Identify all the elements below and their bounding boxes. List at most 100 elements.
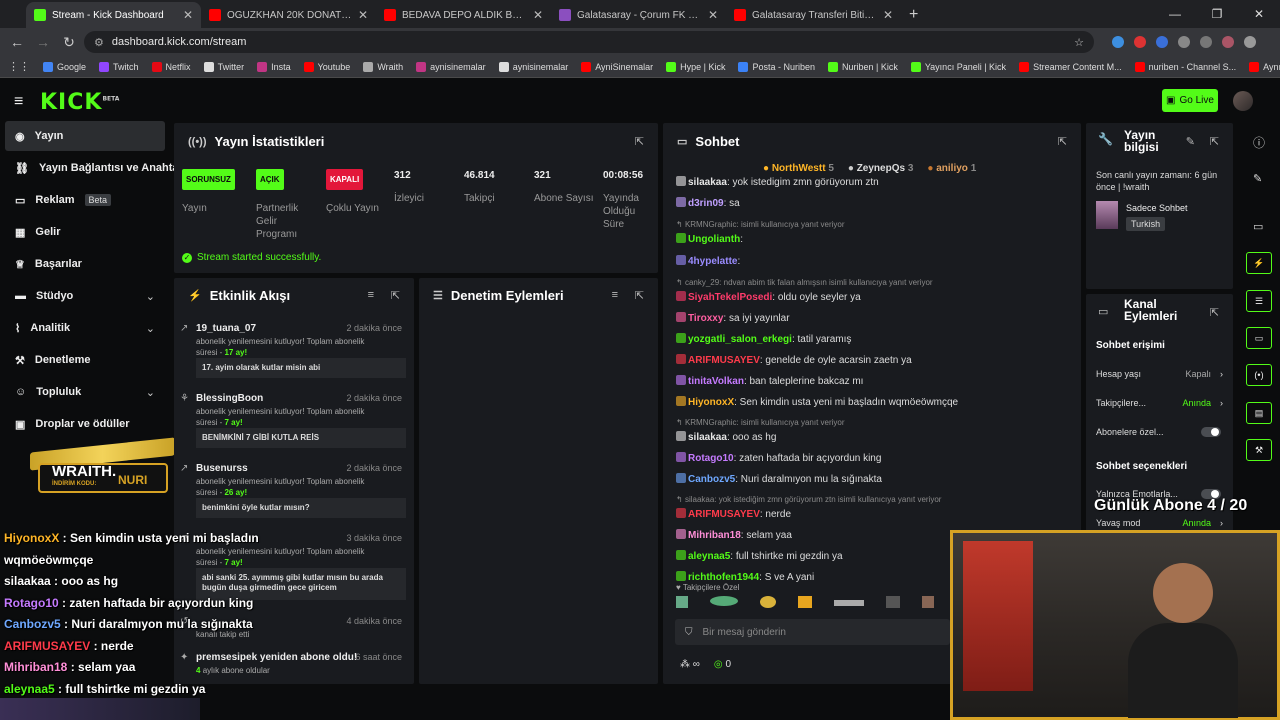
popout-icon[interactable]: ⇱ [391, 289, 400, 302]
bookmark-item[interactable]: Wraith [363, 61, 403, 72]
bookmark-item[interactable]: Posta - Nuriben [738, 61, 815, 72]
popout-icon[interactable]: ⇱ [1210, 306, 1219, 319]
emote-icon[interactable] [798, 596, 812, 608]
chat-message[interactable]: SiyahTekelPosedi: oldu oyle seyler ya [676, 291, 861, 303]
chat-username[interactable]: HiyonoxX [688, 397, 734, 408]
popout-icon[interactable]: ⇱ [1210, 135, 1219, 148]
event-user[interactable]: Busenurss [196, 463, 248, 474]
popout-icon[interactable]: ⇱ [1058, 135, 1067, 148]
chat-username[interactable]: richthofen1944 [688, 572, 759, 583]
chat-username[interactable]: silaakaa [688, 177, 727, 188]
chat-message[interactable]: ARIFMUSAYEV: nerde [676, 508, 791, 520]
bookmark-item[interactable]: Nuriben | Kick [827, 61, 898, 72]
tab-youtube-2[interactable]: BEDAVA DEPO ALDIK BUNLAR ✕ [376, 2, 551, 28]
event-user[interactable]: BlessingBoon [196, 393, 263, 404]
bookmark-item[interactable]: nuriben - Channel S... [1134, 61, 1236, 72]
chat-username[interactable]: Rotago10 [688, 453, 734, 464]
edit-icon[interactable]: ✎ [1253, 172, 1262, 185]
tab-galatasaray[interactable]: Galatasaray - Çorum FK Maç Ö ✕ [551, 2, 726, 28]
chat-message[interactable]: Canbozv5: Nuri daralmıyon mu la sığınakt… [676, 473, 882, 485]
chat-message[interactable]: aleynaa5: full tshirtke mi gezdin ya [676, 550, 843, 562]
close-window-icon[interactable]: ✕ [1238, 0, 1280, 28]
chat-username[interactable]: Tiroxxy [688, 313, 723, 324]
bookmark-star-icon[interactable]: ☆ [1074, 36, 1084, 49]
go-live-button[interactable]: ▣ Go Live [1162, 89, 1218, 112]
menu-icon[interactable] [1244, 36, 1256, 48]
chat-message[interactable]: silaakaa: ooo as hg [676, 431, 776, 443]
chat-message[interactable]: ARIFMUSAYEV: genelde de oyle acarsin zae… [676, 354, 912, 366]
chat-message[interactable]: Ungolianth: [676, 233, 743, 245]
maximize-icon[interactable]: ❐ [1196, 0, 1238, 28]
bookmark-item[interactable]: Twitch [99, 61, 139, 72]
chat-message[interactable]: d3rin09: sa [676, 197, 740, 209]
rail-info-button[interactable]: ▤ [1246, 402, 1272, 424]
chat-message[interactable]: tinitaVolkan: ban taleplerine bakcaz mı [676, 375, 863, 387]
users-icon[interactable]: ⁂ ∞ [680, 659, 700, 670]
chat-message[interactable]: richthofen1944: S ve A yani [676, 571, 814, 583]
chat-username[interactable]: aleynaa5 [688, 551, 730, 562]
emote-icon[interactable] [710, 596, 738, 606]
emote-icon[interactable] [834, 600, 864, 606]
bookmark-item[interactable]: AyniSinemalar [581, 61, 653, 72]
sidebar-item-topluluk[interactable]: ☺ Topluluk ⌄ [5, 377, 165, 407]
kick-logo[interactable]: KICKBETA [40, 90, 119, 115]
address-bar[interactable]: ⚙ dashboard.kick.com/stream ☆ [84, 31, 1094, 53]
bookmark-item[interactable]: Hype | Kick [666, 61, 725, 72]
sidebar-item-stream-key[interactable]: ⛓ Yayın Bağlantısı ve Anahtarı [5, 153, 186, 183]
new-tab-button[interactable]: + [901, 2, 926, 28]
category-name[interactable]: Sadece Sohbet [1126, 203, 1188, 213]
extension-icon[interactable] [1134, 36, 1146, 48]
chat-username[interactable]: silaakaa [688, 432, 727, 443]
rail-stats-button[interactable]: (•) [1246, 364, 1272, 386]
event-user[interactable]: 19_tuana_07 [196, 323, 256, 334]
bookmark-item[interactable]: aynisinemalar [498, 61, 568, 72]
chat-username[interactable]: 4hypelatte [688, 256, 737, 267]
emote-icon[interactable] [886, 596, 900, 608]
bookmark-item[interactable]: Insta [257, 61, 291, 72]
puzzle-icon[interactable] [1178, 36, 1190, 48]
tab-kick-dashboard[interactable]: Stream - Kick Dashboard ✕ [26, 2, 201, 28]
top-gifter[interactable]: ● ZeynepQs 3 [848, 163, 914, 174]
popout-icon[interactable]: ⇱ [635, 135, 644, 148]
minimize-icon[interactable]: — [1154, 0, 1196, 28]
chat-username[interactable]: ARIFMUSAYEV [688, 355, 760, 366]
chat-message[interactable]: silaakaa: yok istedigim zmn görüyorum zt… [676, 176, 879, 188]
top-gifter[interactable]: ● aniliyo 1 [927, 163, 976, 174]
chat-username[interactable]: Ungolianth [688, 234, 740, 245]
chat-message[interactable]: 4hypelatte: [676, 255, 740, 267]
chat-message[interactable]: Tiroxxy: sa iyi yayınlar [676, 312, 790, 324]
chat-username[interactable]: Mihriban18 [688, 530, 741, 541]
top-gifter[interactable]: ● NorthWestt 5 [763, 163, 834, 174]
bookmark-item[interactable]: Streamer Content M... [1019, 61, 1122, 72]
event-user[interactable]: premsesipek yeniden abone oldu! [196, 652, 357, 663]
chat-username[interactable]: ARIFMUSAYEV [688, 509, 760, 520]
chat-username[interactable]: yozgatli_salon_erkegi [688, 334, 792, 345]
sidebar-item-reklam[interactable]: ▭ Reklam Beta [5, 185, 165, 215]
extension-icon[interactable] [1156, 36, 1168, 48]
account-age-row[interactable]: Hesap yaşı Kapalı › [1096, 369, 1223, 379]
close-icon[interactable]: ✕ [533, 8, 543, 22]
media-icon[interactable] [1200, 36, 1212, 48]
forward-icon[interactable]: → [32, 34, 54, 50]
edit-icon[interactable]: ✎ [1186, 135, 1195, 148]
menu-hamburger-icon[interactable]: ≡ [14, 93, 23, 111]
category-thumbnail[interactable] [1096, 201, 1118, 229]
subscribers-only-toggle[interactable] [1201, 427, 1221, 437]
chat-message[interactable]: Rotago10: zaten haftada bir açıyordun ki… [676, 452, 881, 464]
rail-activity-button[interactable]: ⚡ [1246, 252, 1272, 274]
chat-message[interactable]: Mihriban18: selam yaa [676, 529, 792, 541]
profile-icon[interactable] [1222, 36, 1234, 48]
sidebar-item-denetleme[interactable]: ⚒ Denetleme [5, 345, 165, 375]
bookmark-item[interactable]: Netflix [151, 61, 191, 72]
chat-message[interactable]: HiyonoxX: Sen kimdin usta yeni mi başlad… [676, 396, 958, 408]
user-avatar[interactable] [1233, 91, 1253, 111]
emote-icon[interactable] [760, 596, 776, 608]
sidebar-item-yayin[interactable]: ◉ Yayın [5, 121, 165, 151]
site-info-icon[interactable]: ⚙ [94, 36, 104, 49]
sidebar-item-studyo[interactable]: ▬ Stüdyo ⌄ [5, 281, 165, 311]
tab-youtube-3[interactable]: Galatasaray Transferi Bitirmek İ ✕ [726, 2, 901, 28]
chat-input[interactable]: ⛉ Bir mesaj gönderin [675, 619, 950, 645]
rail-chat-button[interactable]: ▭ [1246, 327, 1272, 349]
sidebar-item-basarilar[interactable]: ♕ Başarılar [5, 249, 165, 279]
sidebar-item-droplar[interactable]: ▣ Droplar ve ödüller [5, 409, 165, 439]
